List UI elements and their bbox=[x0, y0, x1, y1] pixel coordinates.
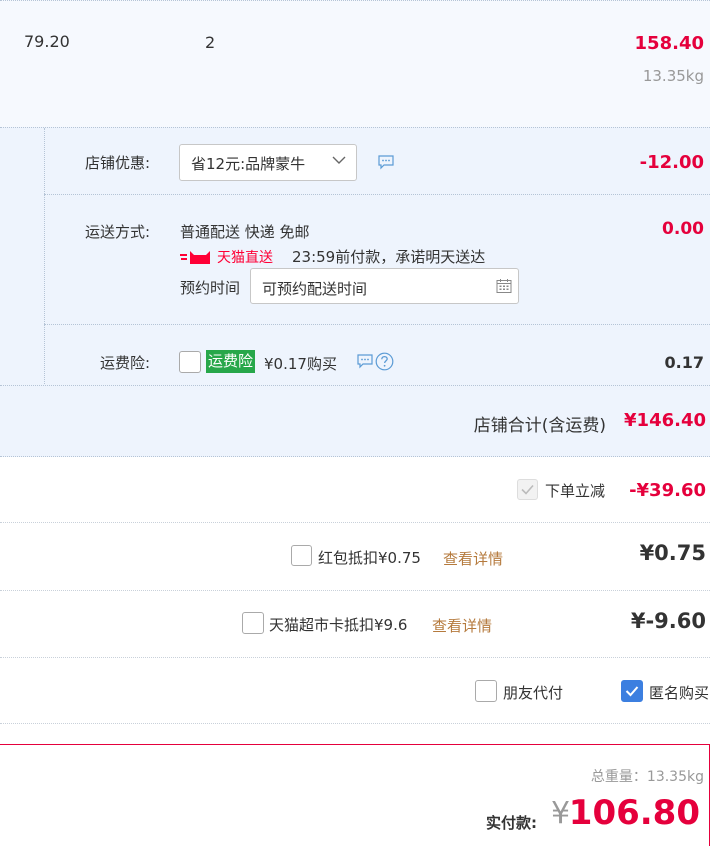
currency-symbol: ¥ bbox=[551, 796, 571, 831]
delivery-amount: 0.00 bbox=[662, 219, 704, 239]
insurance-price: ¥0.17购买 bbox=[264, 355, 337, 373]
item-quantity: 2 bbox=[205, 33, 216, 52]
chevron-down-icon bbox=[332, 156, 346, 164]
supermarket-card-details-link[interactable]: 查看详情 bbox=[432, 615, 492, 636]
instant-discount-checkbox[interactable] bbox=[517, 479, 538, 500]
friend-pay-checkbox[interactable] bbox=[475, 680, 497, 702]
anonymous-label: 匿名购买 bbox=[649, 684, 710, 702]
item-subtotal: 158.40 bbox=[634, 33, 704, 54]
check-icon bbox=[625, 686, 639, 697]
chat-icon[interactable] bbox=[377, 154, 395, 170]
tmall-cat-icon bbox=[180, 251, 210, 264]
actual-payment-label: 实付款: bbox=[486, 814, 537, 832]
insurance-checkbox[interactable] bbox=[179, 351, 201, 373]
check-icon bbox=[521, 484, 534, 495]
help-icon[interactable] bbox=[375, 352, 394, 371]
red-packet-details-link[interactable]: 查看详情 bbox=[443, 548, 503, 569]
divider bbox=[44, 194, 710, 195]
instant-discount-amount: -¥39.60 bbox=[629, 480, 706, 501]
shop-discount-selected: 省12元:品牌蒙牛 bbox=[191, 155, 306, 173]
shop-total-label: 店铺合计(含运费) bbox=[473, 416, 606, 436]
appointment-time-input[interactable]: 可预约配送时间 bbox=[250, 268, 519, 304]
friend-pay-label: 朋友代付 bbox=[503, 684, 564, 702]
shop-discount-select[interactable]: 省12元:品牌蒙牛 bbox=[179, 144, 357, 181]
appointment-label: 预约时间 bbox=[180, 279, 241, 297]
supermarket-card-amount: ¥-9.60 bbox=[630, 609, 706, 633]
total-weight: 总重量：13.35kg bbox=[590, 769, 704, 785]
delivery-label: 运送方式: bbox=[84, 223, 150, 241]
supermarket-card-label: 天猫超市卡抵扣¥9.6 bbox=[269, 616, 408, 634]
delivery-method: 普通配送 快递 免邮 bbox=[180, 223, 310, 241]
shop-discount-label: 店铺优惠: bbox=[84, 154, 150, 172]
red-packet-amount: ¥0.75 bbox=[639, 541, 706, 565]
chat-icon[interactable] bbox=[356, 353, 374, 369]
insurance-tag: 运费险 bbox=[206, 350, 256, 373]
divider bbox=[0, 723, 710, 724]
divider bbox=[44, 324, 710, 325]
divider bbox=[0, 590, 710, 591]
tmall-badge-label: 天猫直送 bbox=[217, 250, 273, 266]
tmall-direct-badge: 天猫直送 bbox=[180, 247, 273, 267]
appointment-placeholder: 可预约配送时间 bbox=[262, 280, 368, 298]
red-packet-checkbox[interactable] bbox=[291, 545, 312, 566]
anonymous-checkbox[interactable] bbox=[621, 680, 643, 702]
shop-discount-amount: -12.00 bbox=[639, 152, 704, 173]
item-row bbox=[0, 0, 710, 127]
insurance-label: 运费险: bbox=[99, 354, 150, 372]
delivery-promise: 23:59前付款，承诺明天送达 bbox=[292, 248, 486, 266]
divider bbox=[0, 657, 710, 658]
supermarket-card-checkbox[interactable] bbox=[242, 612, 264, 634]
actual-payment-amount: 106.80 bbox=[568, 793, 700, 833]
shop-total-value: ¥146.40 bbox=[624, 410, 706, 431]
calendar-icon bbox=[496, 279, 512, 293]
item-weight: 13.35kg bbox=[642, 67, 704, 85]
instant-discount-label: 下单立减 bbox=[545, 482, 606, 500]
insurance-amount: 0.17 bbox=[664, 353, 704, 372]
red-packet-label: 红包抵扣¥0.75 bbox=[318, 549, 421, 567]
item-unit-price: 79.20 bbox=[24, 32, 70, 51]
divider bbox=[0, 522, 710, 523]
